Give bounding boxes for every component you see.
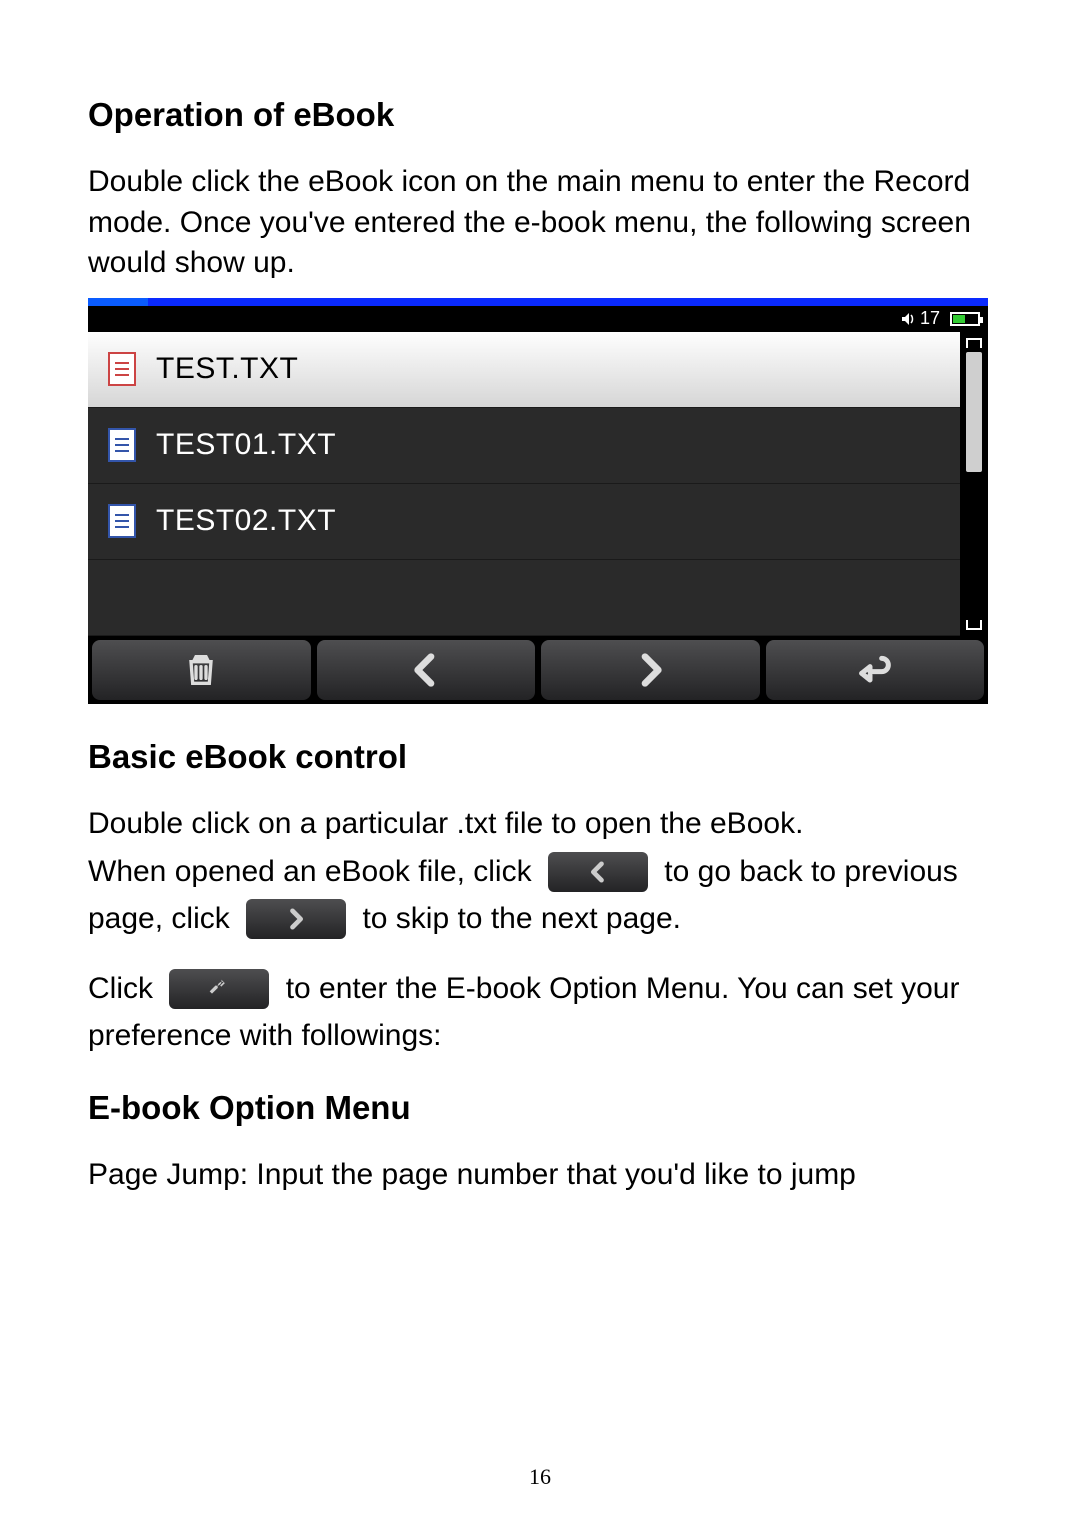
file-name: TEST01.TXT [156,428,336,462]
screenshot-toolbar [88,636,988,704]
page-number: 16 [0,1464,1080,1490]
chevron-right-icon [630,650,670,690]
volume-indicator: 17 [900,308,940,329]
status-bar: 17 [88,306,988,332]
text-file-icon [108,504,136,538]
return-icon [855,650,895,690]
prev-button[interactable] [317,640,536,700]
file-name: TEST.TXT [156,352,298,386]
basic-control-line1: Double click on a particular .txt file t… [88,804,992,845]
file-list: TEST.TXT TEST01.TXT TEST02.TXT [88,332,960,636]
intro-paragraph: Double click the eBook icon on the main … [88,162,992,284]
section-title-option-menu: E-book Option Menu [88,1089,992,1127]
text-file-icon [108,352,136,386]
section-title-basic-control: Basic eBook control [88,738,992,776]
inline-settings-button [169,969,269,1009]
next-button[interactable] [541,640,760,700]
inline-next-button [246,899,346,939]
text-fragment: When opened an eBook file, click [88,855,532,888]
return-button[interactable] [766,640,985,700]
wrench-icon [205,975,233,1003]
scrollbar-thumb[interactable] [966,352,982,472]
battery-icon [950,312,980,326]
file-row[interactable]: TEST02.TXT [88,484,960,560]
section-title-operation: Operation of eBook [88,96,992,134]
basic-control-line3: Click to enter the E-book Option Menu. Y… [88,965,992,1060]
delete-button[interactable] [92,640,311,700]
trash-icon [181,650,221,690]
volume-level-text: 17 [920,308,940,329]
chevron-right-icon [282,905,310,933]
scrollbar[interactable] [960,332,988,636]
basic-control-line2: When opened an eBook file, click to go b… [88,848,992,943]
text-fragment: to skip to the next page. [362,902,681,935]
text-fragment: Click [88,971,153,1004]
chevron-left-icon [584,858,612,886]
ebook-screenshot: 17 TEST.TXT TEST01.TXT TEST02.TXT [88,298,988,704]
screenshot-topbar [88,298,988,306]
inline-prev-button [548,852,648,892]
option-menu-para: Page Jump: Input the page number that yo… [88,1155,992,1196]
file-row[interactable]: TEST01.TXT [88,408,960,484]
text-file-icon [108,428,136,462]
file-name: TEST02.TXT [156,504,336,538]
file-row-empty [88,560,960,636]
file-row[interactable]: TEST.TXT [88,332,960,408]
chevron-left-icon [406,650,446,690]
